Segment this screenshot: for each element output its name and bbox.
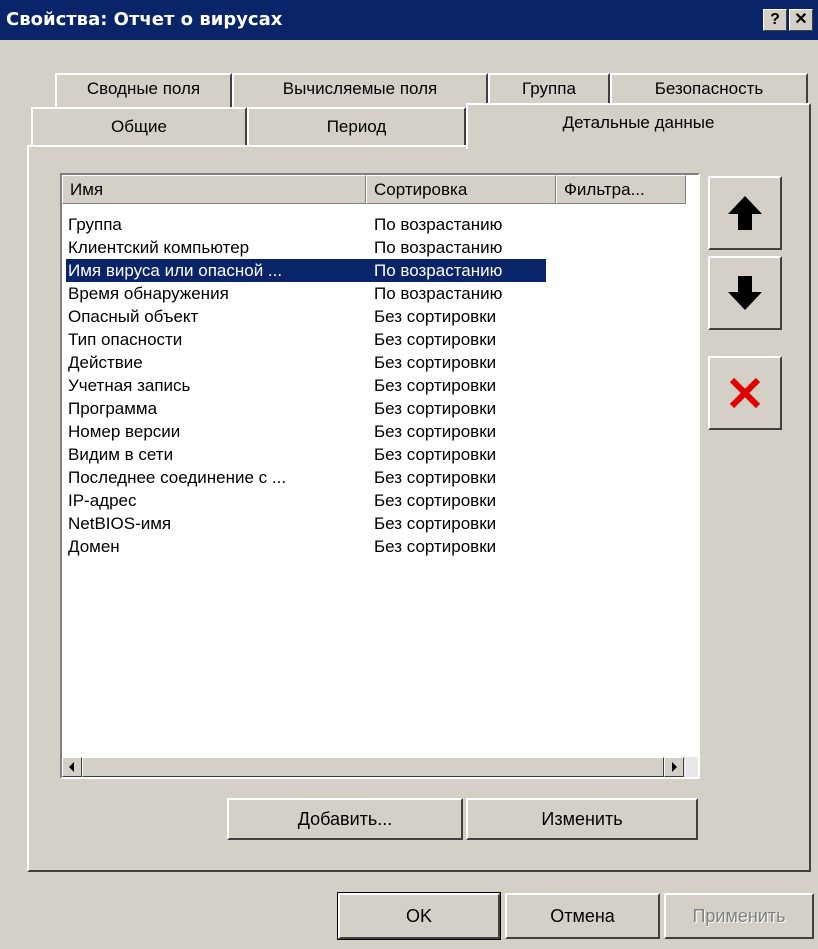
item-sort: По возрастанию: [374, 261, 503, 280]
list-item-selected[interactable]: Имя вируса или опасной ... По возрастани…: [66, 259, 546, 282]
item-sort: Без сортировки: [374, 491, 497, 510]
item-sort: По возрастанию: [374, 284, 503, 303]
item-name: Имя вируса или опасной ...: [68, 261, 283, 280]
list-item[interactable]: Программа Без сортировки: [68, 397, 608, 420]
item-sort: Без сортировки: [374, 330, 497, 349]
item-name: Видим в сети: [68, 445, 174, 464]
cancel-button[interactable]: Отмена: [505, 893, 660, 939]
tab-general[interactable]: Общие: [31, 107, 247, 145]
item-name: Время обнаружения: [68, 284, 229, 303]
list-item[interactable]: Тип опасности Без сортировки: [68, 328, 608, 351]
item-name: Учетная запись: [68, 376, 191, 395]
delete-button[interactable]: [708, 356, 782, 430]
item-sort: По возрастанию: [374, 238, 503, 257]
list-header: Имя Сортировка Фильтра...: [62, 175, 698, 204]
item-name: Тип опасности: [68, 330, 183, 349]
arrow-up-icon: [728, 196, 762, 230]
item-sort: Без сортировки: [374, 376, 497, 395]
tab-group[interactable]: Группа: [488, 73, 610, 107]
column-header-name[interactable]: Имя: [62, 175, 366, 204]
column-header-label: Имя: [70, 180, 104, 199]
item-sort: Без сортировки: [374, 537, 497, 556]
item-sort: По возрастанию: [374, 215, 503, 234]
ok-button[interactable]: OK: [337, 892, 501, 940]
tab-label: Сводные поля: [86, 79, 201, 98]
edit-button-label: Изменить: [541, 809, 623, 829]
list-item[interactable]: Время обнаружения По возрастанию: [68, 282, 608, 305]
item-name: Опасный объект: [68, 307, 199, 326]
item-name: Домен: [68, 537, 120, 556]
window-title: Свойства: Отчет о вирусах: [6, 9, 283, 30]
title-bar: Свойства: Отчет о вирусах ? ✕: [0, 0, 818, 40]
list-item[interactable]: Последнее соединение с ... Без сортировк…: [68, 466, 608, 489]
item-name: IP-адрес: [68, 491, 137, 510]
tab-period[interactable]: Период: [247, 107, 466, 145]
column-header-label: Фильтра...: [564, 180, 645, 199]
item-name: Программа: [68, 399, 158, 418]
list-item[interactable]: Клиентский компьютер По возрастанию: [68, 236, 608, 259]
scroll-left-button[interactable]: [62, 757, 82, 777]
close-icon: ✕: [794, 11, 808, 28]
help-button[interactable]: ?: [763, 9, 787, 31]
item-name: Действие: [68, 353, 143, 372]
tab-computed-fields[interactable]: Вычисляемые поля: [232, 73, 488, 107]
item-name: Последнее соединение с ...: [68, 468, 287, 487]
item-sort: Без сортировки: [374, 445, 497, 464]
column-header-filter[interactable]: Фильтра...: [556, 175, 686, 204]
scroll-right-icon: [672, 762, 677, 772]
item-sort: Без сортировки: [374, 399, 497, 418]
item-name: Группа: [68, 215, 122, 234]
list-item[interactable]: Учетная запись Без сортировки: [68, 374, 608, 397]
list-item[interactable]: Действие Без сортировки: [68, 351, 608, 374]
scrollbar-thumb[interactable]: [82, 757, 664, 777]
item-name: NetBIOS-имя: [68, 514, 172, 533]
list-item[interactable]: Группа По возрастанию: [68, 213, 608, 236]
tab-label: Период: [326, 117, 387, 136]
item-name: Номер версии: [68, 422, 181, 441]
scroll-left-icon: [69, 762, 74, 772]
apply-button[interactable]: Применить: [664, 893, 814, 939]
list-item[interactable]: Опасный объект Без сортировки: [68, 305, 608, 328]
item-sort: Без сортировки: [374, 514, 497, 533]
tab-label: Вычисляемые поля: [282, 79, 438, 98]
ok-button-label: OK: [405, 906, 432, 926]
close-button[interactable]: ✕: [789, 9, 813, 31]
item-sort: Без сортировки: [374, 422, 497, 441]
cancel-button-label: Отмена: [550, 906, 615, 926]
scroll-right-button[interactable]: [664, 757, 684, 777]
delete-x-icon: [729, 377, 761, 409]
horizontal-scrollbar[interactable]: [62, 757, 698, 777]
properties-dialog: Свойства: Отчет о вирусах ? ✕ Сводные по…: [0, 0, 818, 949]
add-button-label: Добавить...: [297, 809, 393, 829]
list-item[interactable]: Домен Без сортировки: [68, 535, 608, 558]
tab-detail-data[interactable]: Детальные данные: [466, 103, 811, 149]
tab-label: Детальные данные: [562, 113, 715, 132]
item-name: Клиентский компьютер: [68, 238, 250, 257]
list-item[interactable]: NetBIOS-имя Без сортировки: [68, 512, 608, 535]
arrow-down-icon: [728, 276, 762, 310]
tab-summary-fields[interactable]: Сводные поля: [55, 73, 232, 107]
list-item[interactable]: IP-адрес Без сортировки: [68, 489, 608, 512]
item-sort: Без сортировки: [374, 468, 497, 487]
column-header-sort[interactable]: Сортировка: [366, 175, 556, 204]
tab-label: Общие: [111, 117, 167, 136]
column-header-label: Сортировка: [374, 180, 468, 199]
item-sort: Без сортировки: [374, 307, 497, 326]
tab-security[interactable]: Безопасность: [610, 73, 808, 107]
tab-label: Безопасность: [654, 79, 764, 98]
add-button[interactable]: Добавить...: [227, 798, 463, 840]
move-down-button[interactable]: [708, 256, 782, 330]
list-item[interactable]: Номер версии Без сортировки: [68, 420, 608, 443]
edit-button[interactable]: Изменить: [466, 798, 698, 840]
move-up-button[interactable]: [708, 176, 782, 250]
fields-list[interactable]: Имя Сортировка Фильтра... Группа По возр…: [60, 173, 700, 779]
item-sort: Без сортировки: [374, 353, 497, 372]
help-icon: ?: [770, 11, 780, 28]
list-item[interactable]: Видим в сети Без сортировки: [68, 443, 608, 466]
apply-button-label: Применить: [692, 906, 786, 926]
tab-label: Группа: [522, 79, 576, 98]
